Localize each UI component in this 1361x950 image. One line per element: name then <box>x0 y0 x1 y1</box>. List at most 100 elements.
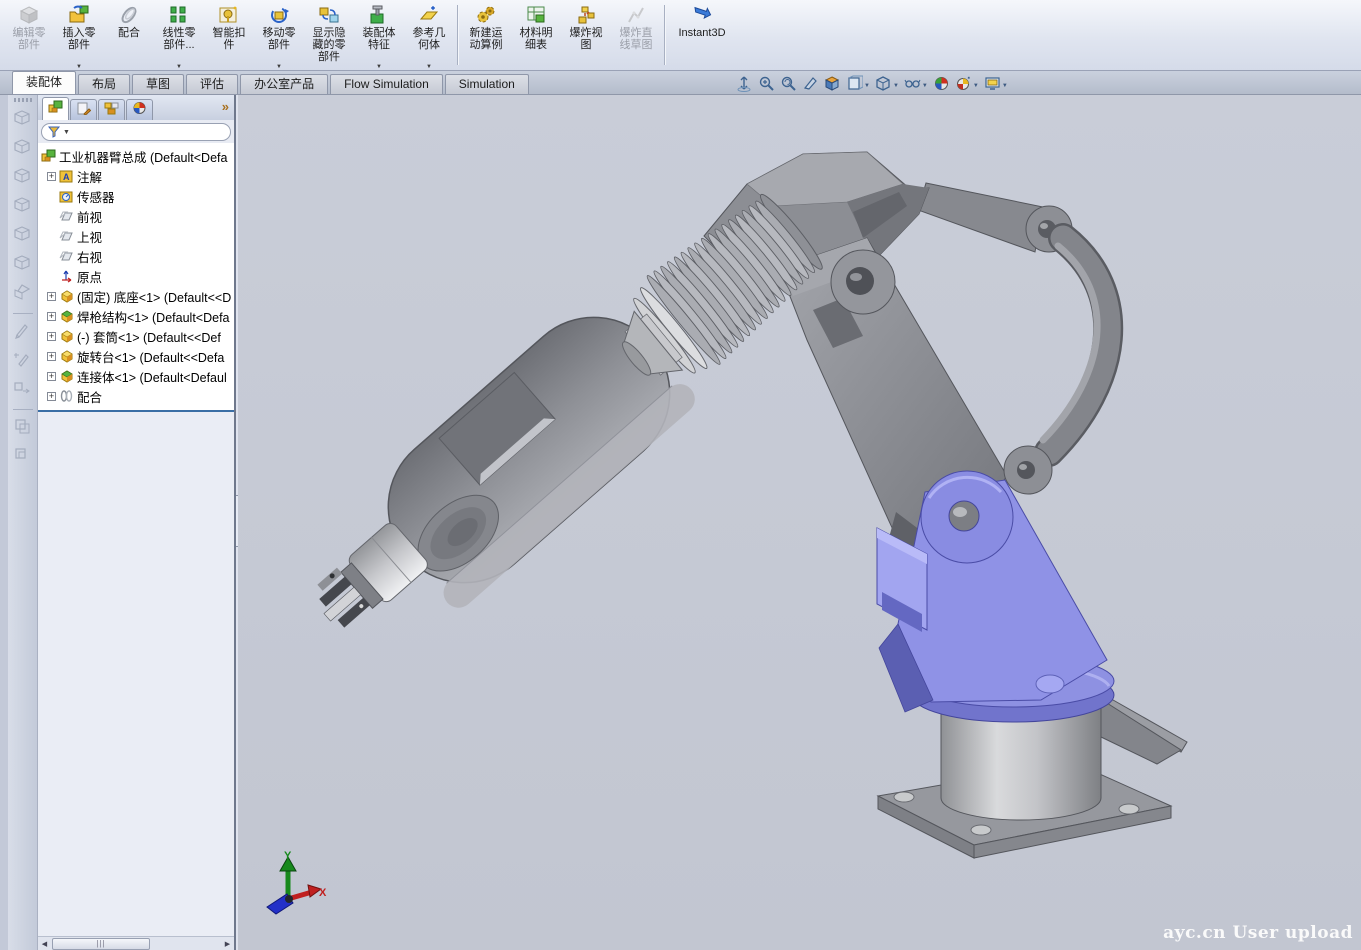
side-toolbar-icon-0[interactable] <box>13 109 32 132</box>
dropdown-caret-icon[interactable]: ▼ <box>276 64 282 70</box>
tree-item-part-9[interactable]: +(-) 套筒<1> (Default<<Def <box>38 326 234 346</box>
display-style-button[interactable]: ▼ <box>875 75 899 97</box>
toolbar-button-label: 材料明细表 <box>515 27 557 51</box>
scroll-left-arrow[interactable]: ◀ <box>38 938 51 950</box>
dropdown-caret-icon[interactable]: ▼ <box>922 83 928 89</box>
previous-view-button[interactable] <box>780 75 797 97</box>
tree-expander-icon[interactable]: + <box>47 332 56 341</box>
toolbar-button-label: 线性零部件... <box>158 27 200 51</box>
tree-item-plane-5[interactable]: 右视 <box>38 246 234 266</box>
view-settings-button[interactable]: ▼ <box>984 75 1008 97</box>
tree-expander-icon[interactable]: + <box>47 292 56 301</box>
side-toolbar-icon-10[interactable] <box>13 379 32 402</box>
scrollbar-thumb[interactable]: ||| <box>52 938 150 950</box>
toolbar-button-exploded-view[interactable]: 爆炸视图 <box>561 0 611 70</box>
side-toolbar-icon-2[interactable] <box>13 167 32 190</box>
section-view-button[interactable] <box>802 75 819 97</box>
tree-item-mates-12[interactable]: +配合 <box>38 386 234 406</box>
panel-overflow-chevron[interactable]: » <box>222 99 229 114</box>
scroll-right-arrow[interactable]: ▶ <box>221 938 234 950</box>
tab-Simulation[interactable]: Simulation <box>445 74 529 94</box>
side-toolbar-icon-4[interactable] <box>13 225 32 248</box>
robot-arm-model[interactable] <box>238 95 1361 950</box>
tab-布局[interactable]: 布局 <box>78 74 130 94</box>
tree-item-part-7[interactable]: +(固定) 底座<1> (Default<<D <box>38 286 234 306</box>
tab-草图[interactable]: 草图 <box>132 74 184 94</box>
dropdown-caret-icon[interactable]: ▼ <box>76 64 82 70</box>
toolbar-button-bom[interactable]: 材料明细表 <box>511 0 561 70</box>
toolbar-button-show-hidden[interactable]: 显示隐藏的零部件 <box>304 0 354 70</box>
robot-rear-fin[interactable] <box>1099 692 1187 764</box>
dropdown-caret-icon[interactable]: ▼ <box>176 64 182 70</box>
dropdown-caret-icon[interactable]: ▼ <box>1002 83 1008 89</box>
dropdown-caret-icon[interactable]: ▼ <box>893 83 899 89</box>
side-toolbar-icon-9[interactable] <box>13 350 32 373</box>
toolbar-button-instant3d[interactable]: Instant3D <box>668 0 736 70</box>
zoom-to-area-button[interactable] <box>758 75 775 97</box>
plane-icon <box>59 249 74 263</box>
bom-icon <box>524 3 548 27</box>
tree-item-part-10[interactable]: +旋转台<1> (Default<<Defa <box>38 346 234 366</box>
toolbar-button-smart-fastener[interactable]: 智能扣件 <box>204 0 254 70</box>
tree-expander-icon[interactable]: + <box>47 352 56 361</box>
toolbar-button-motion-study[interactable]: 新建运动算例 <box>461 0 511 70</box>
toolbar-button-linear-pattern[interactable]: 线性零部件... ▼ <box>154 0 204 70</box>
toolbar-button-move-part[interactable]: 移动零部件▼ <box>254 0 304 70</box>
tree-item-sensors-2[interactable]: 传感器 <box>38 186 234 206</box>
configuration-manager-tab[interactable] <box>98 99 125 120</box>
tree-item-plane-4[interactable]: 上视 <box>38 226 234 246</box>
tree-item-annotations-1[interactable]: +A注解 <box>38 166 234 186</box>
tree-item-origin-6[interactable]: 原点 <box>38 266 234 286</box>
motion-study-icon <box>474 3 498 27</box>
edit-appearance-button[interactable] <box>933 75 950 97</box>
toolbar-button-mate[interactable]: 配合 <box>104 0 154 70</box>
dropdown-caret-icon[interactable]: ▼ <box>376 64 382 70</box>
tab-办公室产品[interactable]: 办公室产品 <box>240 74 328 94</box>
panel-horizontal-scrollbar[interactable]: ◀ ||| ▶ <box>38 936 234 950</box>
zoom-to-fit-button[interactable] <box>736 75 753 97</box>
standard-views-button[interactable]: ▼ <box>846 75 870 97</box>
tree-expander-icon[interactable]: + <box>47 392 56 401</box>
toolbar-button-reference-geometry[interactable]: 参考几何体▼ <box>404 0 454 70</box>
robot-link-lug[interactable] <box>1004 446 1052 494</box>
tree-item-plane-3[interactable]: 前视 <box>38 206 234 226</box>
dropdown-caret-icon[interactable]: ▼ <box>426 64 432 70</box>
tree-filter-input[interactable]: ▼ <box>41 123 231 141</box>
tree-expander-icon[interactable]: + <box>47 172 56 181</box>
tree-expander-icon[interactable]: + <box>47 372 56 381</box>
side-toolbar-icon-5[interactable] <box>13 254 32 277</box>
tab-装配体[interactable]: 装配体 <box>12 71 76 94</box>
view-orientation-button[interactable] <box>824 75 841 97</box>
toolbar-drag-grip[interactable] <box>14 98 32 102</box>
tree-item-assembly-0[interactable]: 工业机器臂总成 (Default<Defa <box>38 146 234 166</box>
toolbar-button-assembly-feature[interactable]: 装配体特征▼ <box>354 0 404 70</box>
filter-caret-icon[interactable]: ▼ <box>63 129 70 136</box>
insert-part-icon <box>67 3 91 27</box>
side-toolbar-icon-12[interactable] <box>13 417 32 440</box>
toolbar-button-insert-part[interactable]: 插入零部件▼ <box>54 0 104 70</box>
toolbar-button-explode-sketch[interactable]: 爆炸直线草图 <box>611 0 661 70</box>
dropdown-caret-icon[interactable]: ▼ <box>973 83 979 89</box>
graphics-viewport[interactable]: Y X ayc.cn User upload <box>238 95 1361 950</box>
robot-elbow-pivot[interactable] <box>831 250 895 314</box>
side-toolbar-icon-13[interactable] <box>13 446 32 469</box>
tab-评估[interactable]: 评估 <box>186 74 238 94</box>
tab-Flow Simulation[interactable]: Flow Simulation <box>330 74 443 94</box>
tree-item-part-green-11[interactable]: +连接体<1> (Default<Defaul <box>38 366 234 386</box>
side-toolbar-icon-6[interactable] <box>13 283 32 306</box>
hide-show-items-button[interactable]: ▼ <box>904 75 928 97</box>
property-manager-tab[interactable] <box>70 99 97 120</box>
scrollbar-track[interactable]: ||| <box>51 938 221 950</box>
tree-item-part-green-8[interactable]: +焊枪结构<1> (Default<Defa <box>38 306 234 326</box>
appearance-manager-tab[interactable] <box>126 99 153 120</box>
zoom-to-fit-icon <box>736 75 753 97</box>
section-view-icon <box>802 75 819 97</box>
side-toolbar-icon-8[interactable] <box>13 321 32 344</box>
side-toolbar-icon-3[interactable] <box>13 196 32 219</box>
dropdown-caret-icon[interactable]: ▼ <box>864 83 870 89</box>
side-toolbar-icon-1[interactable] <box>13 138 32 161</box>
feature-manager-tab[interactable] <box>42 97 69 120</box>
tree-expander-icon[interactable]: + <box>47 312 56 321</box>
apply-scene-button[interactable]: ▼ <box>955 75 979 97</box>
toolbar-button-edit-part[interactable]: 编辑零部件 <box>4 0 54 70</box>
